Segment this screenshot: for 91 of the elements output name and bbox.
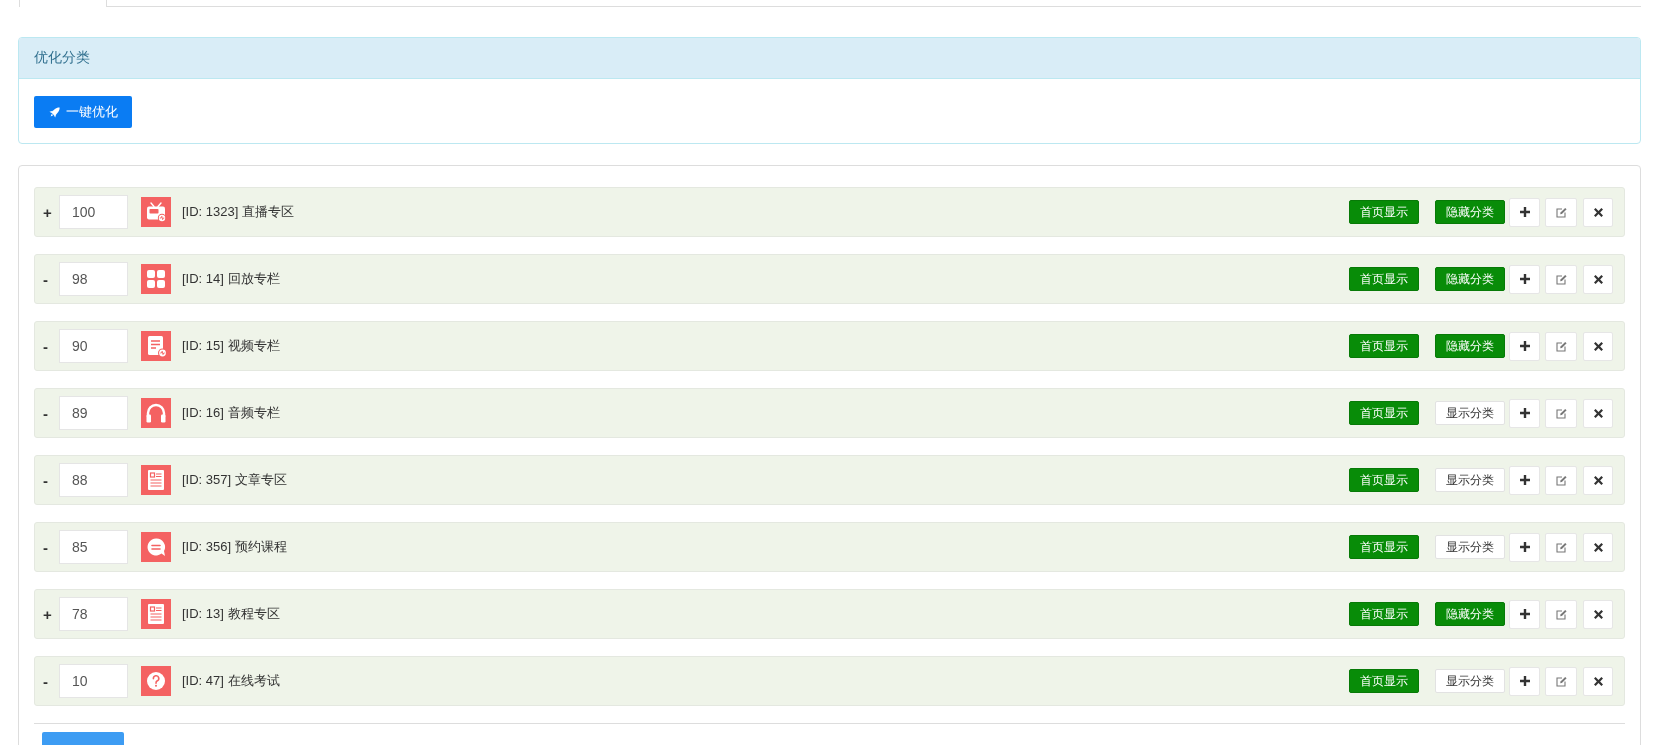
add-button[interactable] — [1509, 532, 1540, 562]
plus-icon — [1519, 609, 1530, 619]
chat-bubble-icon — [141, 532, 171, 562]
plus-icon — [1519, 475, 1530, 485]
add-button[interactable] — [1509, 599, 1540, 629]
delete-button[interactable] — [1583, 465, 1613, 495]
article-icon — [141, 599, 171, 629]
delete-button[interactable] — [1583, 532, 1613, 562]
visibility-button[interactable]: 显示分类 — [1435, 468, 1505, 492]
plus-icon — [1519, 207, 1530, 217]
article-icon — [141, 465, 171, 495]
plus-icon — [1519, 274, 1530, 284]
close-icon — [1593, 475, 1603, 485]
sort-input[interactable]: 98 — [59, 262, 128, 296]
category-name: [ID: 15] 视频专栏 — [182, 337, 280, 355]
optimize-button[interactable]: 一键优化 — [34, 96, 132, 128]
plus-icon — [1519, 341, 1530, 351]
category-name: [ID: 357] 文章专区 — [182, 471, 287, 489]
edit-icon — [1555, 474, 1567, 486]
category-name: [ID: 14] 回放专栏 — [182, 270, 280, 288]
plus-icon — [1519, 676, 1530, 686]
delete-button[interactable] — [1583, 197, 1613, 227]
delete-button[interactable] — [1583, 264, 1613, 294]
visibility-button[interactable]: 显示分类 — [1435, 669, 1505, 693]
homepage-button[interactable]: 首页显示 — [1349, 602, 1419, 626]
plus-icon — [1519, 542, 1530, 552]
visibility-button[interactable]: 隐藏分类 — [1435, 334, 1505, 358]
homepage-button[interactable]: 首页显示 — [1349, 200, 1419, 224]
sort-input[interactable]: 90 — [59, 329, 128, 363]
visibility-button[interactable]: 隐藏分类 — [1435, 267, 1505, 291]
expand-toggle[interactable]: - — [43, 338, 59, 354]
rocket-icon — [48, 105, 62, 119]
category-name: [ID: 16] 音频专栏 — [182, 404, 280, 422]
edit-icon — [1555, 608, 1567, 620]
add-button[interactable] — [1509, 197, 1540, 227]
add-button[interactable] — [1509, 331, 1540, 361]
sort-input[interactable]: 100 — [59, 195, 128, 229]
add-button[interactable] — [1509, 264, 1540, 294]
edit-icon — [1555, 407, 1567, 419]
edit-icon — [1555, 675, 1567, 687]
expand-toggle[interactable]: + — [43, 606, 59, 622]
category-name: [ID: 13] 教程专区 — [182, 605, 280, 623]
add-button[interactable] — [1509, 465, 1540, 495]
add-button[interactable] — [1509, 666, 1540, 696]
category-name: [ID: 356] 预约课程 — [182, 538, 287, 556]
delete-button[interactable] — [1583, 398, 1613, 428]
visibility-button[interactable]: 显示分类 — [1435, 401, 1505, 425]
homepage-button[interactable]: 首页显示 — [1349, 401, 1419, 425]
delete-button[interactable] — [1583, 599, 1613, 629]
close-icon — [1593, 609, 1603, 619]
expand-toggle[interactable]: - — [43, 271, 59, 287]
edit-icon — [1555, 273, 1567, 285]
question-icon — [141, 666, 171, 696]
category-name: [ID: 47] 在线考试 — [182, 672, 280, 690]
add-button[interactable] — [1509, 398, 1540, 428]
category-name: [ID: 1323] 直播专区 — [182, 203, 294, 221]
expand-toggle[interactable]: - — [43, 539, 59, 555]
document-badge-icon — [141, 331, 171, 361]
grid-icon — [141, 264, 171, 294]
close-icon — [1593, 408, 1603, 418]
plus-icon — [1519, 408, 1530, 418]
visibility-button[interactable]: 显示分类 — [1435, 535, 1505, 559]
sort-input[interactable]: 88 — [59, 463, 128, 497]
homepage-button[interactable]: 首页显示 — [1349, 468, 1419, 492]
close-icon — [1593, 207, 1603, 217]
close-icon — [1593, 676, 1603, 686]
visibility-button[interactable]: 隐藏分类 — [1435, 200, 1505, 224]
close-icon — [1593, 274, 1603, 284]
edit-icon — [1555, 206, 1567, 218]
homepage-button[interactable]: 首页显示 — [1349, 535, 1419, 559]
sort-input[interactable]: 89 — [59, 396, 128, 430]
homepage-button[interactable]: 首页显示 — [1349, 267, 1419, 291]
close-icon — [1593, 542, 1603, 552]
expand-toggle[interactable]: - — [43, 673, 59, 689]
expand-toggle[interactable]: - — [43, 472, 59, 488]
sort-input[interactable]: 10 — [59, 664, 128, 698]
sort-input[interactable]: 85 — [59, 530, 128, 564]
expand-toggle[interactable]: + — [43, 204, 59, 220]
expand-toggle[interactable]: - — [43, 405, 59, 421]
headphones-icon — [141, 398, 171, 428]
edit-icon — [1555, 541, 1567, 553]
visibility-button[interactable]: 隐藏分类 — [1435, 602, 1505, 626]
delete-button[interactable] — [1583, 666, 1613, 696]
sort-input[interactable]: 78 — [59, 597, 128, 631]
homepage-button[interactable]: 首页显示 — [1349, 669, 1419, 693]
edit-icon — [1555, 340, 1567, 352]
panel-title: 优化分类 — [34, 49, 90, 67]
homepage-button[interactable]: 首页显示 — [1349, 334, 1419, 358]
tv-icon — [141, 197, 171, 227]
close-icon — [1593, 341, 1603, 351]
delete-button[interactable] — [1583, 331, 1613, 361]
